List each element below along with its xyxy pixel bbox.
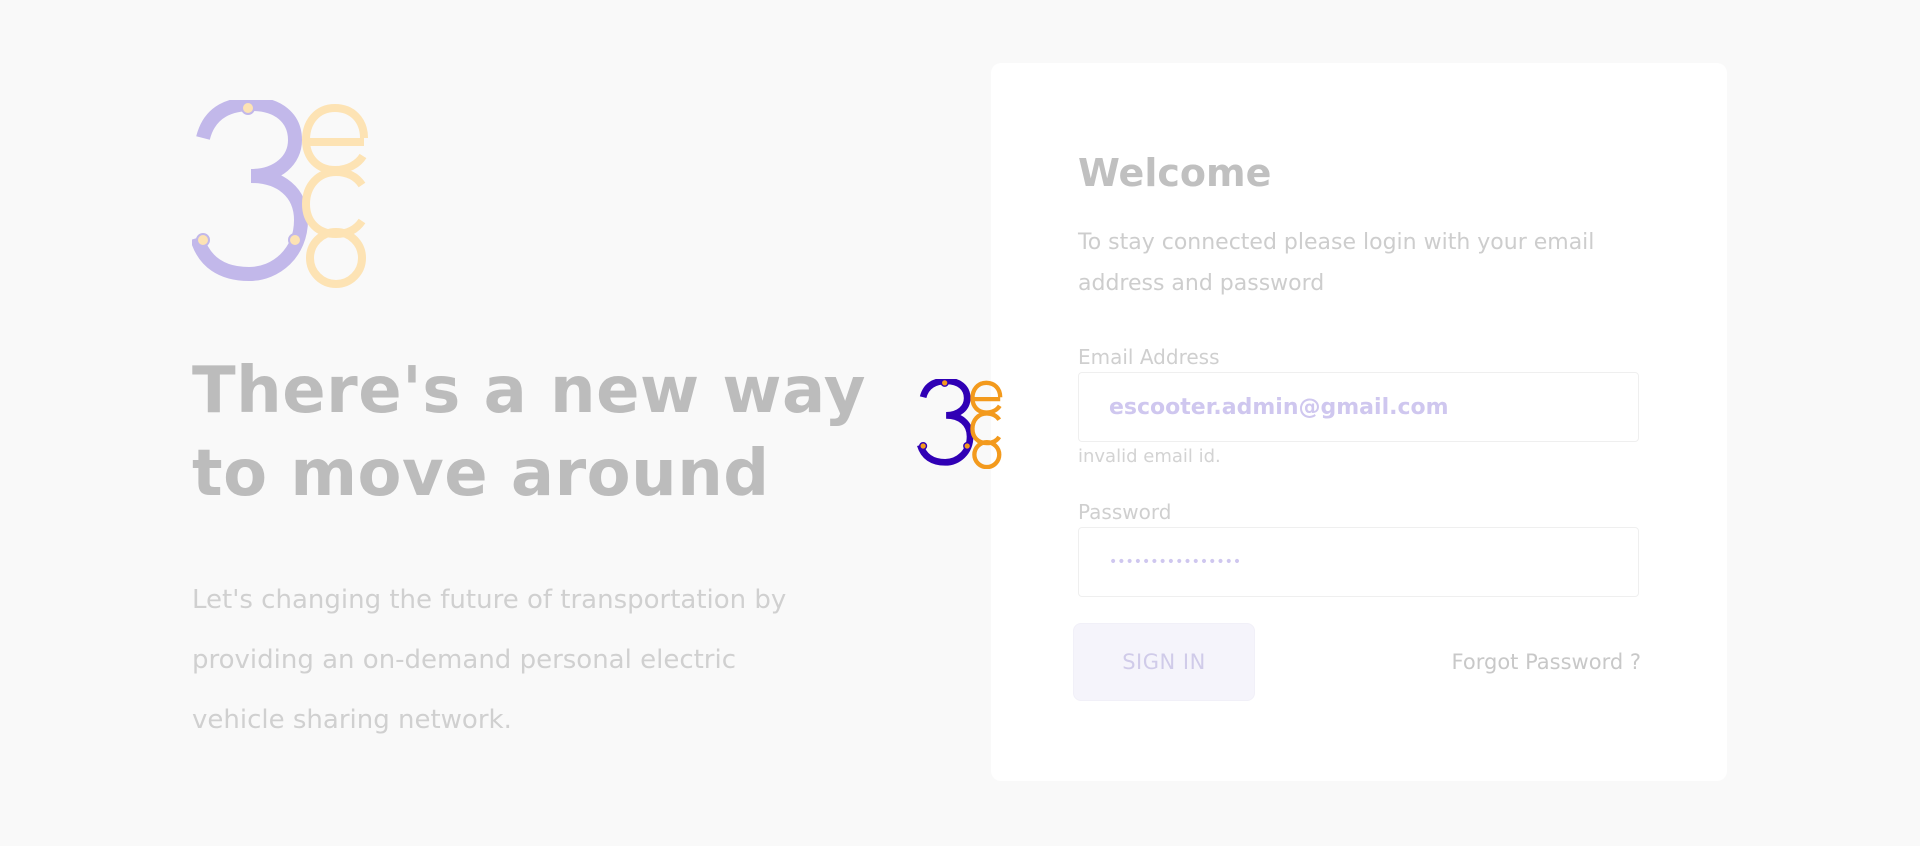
hero-description: Let's changing the future of transportat… [192,585,787,735]
hero-title: There's a new way to move around [192,350,866,516]
email-value: escooter.admin@gmail.com [1109,394,1449,420]
hero-title-line: There's a new way [192,354,866,428]
welcome-title: Welcome [1078,151,1272,195]
login-card: Welcome To stay connected please login w… [991,63,1727,781]
hero-title-line: to move around [192,437,770,511]
email-field[interactable]: escooter.admin@gmail.com [1078,372,1639,442]
login-subtitle: To stay connected please login with your… [1078,230,1595,296]
email-label: Email Address [1078,345,1220,369]
email-error-message: invalid email id. [1078,446,1221,467]
forgot-password-link[interactable]: Forgot Password ? [1452,650,1641,674]
login-page: There's a new way to move around Let's c… [0,0,1920,846]
brand-logo [192,100,368,288]
sign-in-button[interactable]: SIGN IN [1073,623,1255,701]
password-field[interactable]: •••••••••••••••• [1078,527,1639,597]
password-value: •••••••••••••••• [1109,554,1242,570]
loading-logo-icon [917,379,1003,469]
password-label: Password [1078,500,1172,524]
